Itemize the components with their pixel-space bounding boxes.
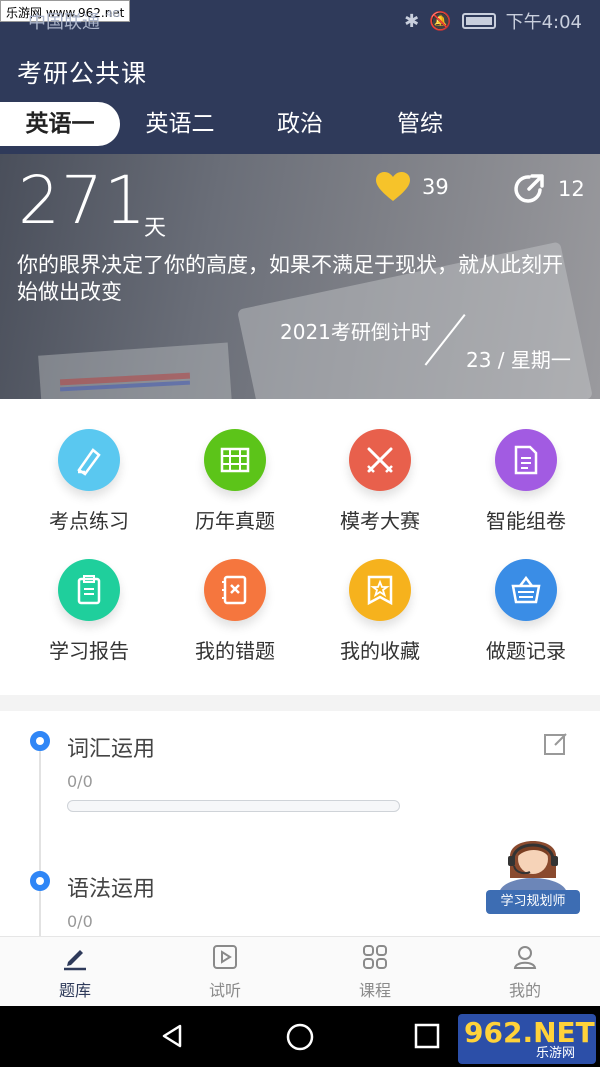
nav-label: 课程 — [358, 981, 391, 1000]
grid-label: 我的错题 — [195, 639, 275, 663]
document-icon — [495, 429, 557, 491]
grid-label: 模考大赛 — [340, 509, 420, 533]
crossed-swords-icon — [349, 429, 411, 491]
network-type-label: 4G — [106, 9, 121, 20]
nav-label: 我的 — [508, 981, 541, 1000]
progress-bar — [67, 800, 400, 812]
nav-courses[interactable]: 课程 — [300, 937, 450, 1007]
mute-bell-icon: 🔕 — [429, 10, 452, 32]
battery-icon — [461, 13, 496, 29]
countdown-label: 2021考研倒计时 — [280, 320, 431, 344]
share-icon — [514, 174, 544, 203]
site-watermark: 962.NET 乐游网 — [458, 1014, 596, 1064]
film-strip-icon — [204, 429, 266, 491]
nav-question-bank[interactable]: 题库 — [0, 937, 150, 1007]
nav-label: 试听 — [208, 981, 241, 1000]
section-count: 0/0 — [67, 772, 93, 791]
grid-item-smart-paper[interactable]: 智能组卷 — [451, 429, 600, 534]
date-label: 23 / 星期一 — [466, 348, 571, 372]
grid-label: 历年真题 — [195, 509, 275, 533]
user-icon — [511, 943, 539, 971]
days-unit: 天 — [144, 216, 167, 241]
like-button[interactable]: 39 — [376, 172, 449, 202]
tab-management[interactable]: 管综 — [360, 102, 480, 146]
section-vocabulary[interactable]: 词汇运用 — [67, 731, 155, 763]
status-bar: 乐游网 www.962.net 中国联通 4G ✱ 🔕 下午4:04 — [0, 0, 600, 38]
timeline-dot — [30, 731, 50, 751]
nav-trial[interactable]: 试听 — [150, 937, 300, 1007]
days-remaining: 271 — [18, 162, 147, 239]
home-icon[interactable] — [285, 1022, 315, 1052]
subject-tabs: 英语一 英语二 政治 管综 — [0, 102, 600, 148]
grid-item-records[interactable]: 做题记录 — [451, 559, 600, 664]
watermark-small: 乐游网 — [536, 1046, 576, 1061]
nav-profile[interactable]: 我的 — [450, 937, 600, 1007]
like-count: 39 — [422, 175, 449, 199]
pen-icon — [61, 943, 89, 971]
grid-item-past-papers[interactable]: 历年真题 — [160, 429, 310, 534]
clipboard-icon — [58, 559, 120, 621]
grid-label: 做题记录 — [486, 639, 566, 663]
advisor-avatar-icon — [499, 841, 567, 896]
recents-icon[interactable] — [414, 1023, 440, 1049]
timeline-dot — [30, 871, 50, 891]
grid-item-wrong-questions[interactable]: 我的错题 — [160, 559, 310, 664]
tab-english-2[interactable]: 英语二 — [120, 102, 240, 146]
countdown-banner: 271 天 39 12 你的眼界决定了你的高度，如果不满足于现状，就从此刻开始做… — [0, 154, 600, 399]
pencil-ruler-icon — [58, 429, 120, 491]
back-icon[interactable] — [158, 1022, 186, 1050]
status-right: ✱ 🔕 下午4:04 — [404, 8, 582, 34]
feature-grid: 考点练习 历年真题 模考大赛 智能组卷 学习报告 我的错题 我的收藏 做题记录 — [0, 399, 600, 695]
bluetooth-icon: ✱ — [404, 10, 420, 32]
play-icon — [211, 943, 239, 971]
grid-item-report[interactable]: 学习报告 — [14, 559, 164, 664]
timeline-line — [39, 751, 41, 951]
grid-label: 智能组卷 — [486, 509, 566, 533]
watermark-big: 962.NET — [464, 1016, 595, 1049]
tab-politics[interactable]: 政治 — [240, 102, 360, 146]
bottom-nav: 题库 试听 课程 我的 — [0, 936, 600, 1006]
share-button[interactable]: 12 — [512, 172, 585, 206]
section-grammar[interactable]: 语法运用 — [67, 871, 155, 903]
clock-label: 下午4:04 — [505, 12, 582, 33]
star-badge-icon — [349, 559, 411, 621]
grid-label: 学习报告 — [49, 639, 129, 663]
share-count: 12 — [558, 177, 585, 201]
advisor-label: 学习规划师 — [486, 890, 580, 914]
grid-item-mock-contest[interactable]: 模考大赛 — [305, 429, 455, 534]
nav-label: 题库 — [58, 981, 91, 1000]
heart-icon — [376, 172, 410, 201]
error-book-icon — [204, 559, 266, 621]
grid-item-practice[interactable]: 考点练习 — [14, 429, 164, 534]
grid-icon — [361, 943, 389, 971]
grid-label: 考点练习 — [49, 509, 129, 533]
section-count: 0/0 — [67, 912, 93, 931]
basket-icon — [495, 559, 557, 621]
grid-label: 我的收藏 — [340, 639, 420, 663]
app-bar: 考研公共课 英语一 英语二 政治 管综 — [0, 38, 600, 154]
carrier-label: 中国联通 — [28, 12, 100, 33]
tab-english-1[interactable]: 英语一 — [0, 102, 120, 146]
page-title: 考研公共课 — [17, 59, 148, 88]
edit-icon[interactable] — [543, 731, 569, 761]
study-advisor-button[interactable]: 学习规划师 — [486, 826, 580, 914]
motto-text: 你的眼界决定了你的高度，如果不满足于现状，就从此刻开始做出改变 — [17, 253, 563, 304]
grid-item-favorites[interactable]: 我的收藏 — [305, 559, 455, 664]
